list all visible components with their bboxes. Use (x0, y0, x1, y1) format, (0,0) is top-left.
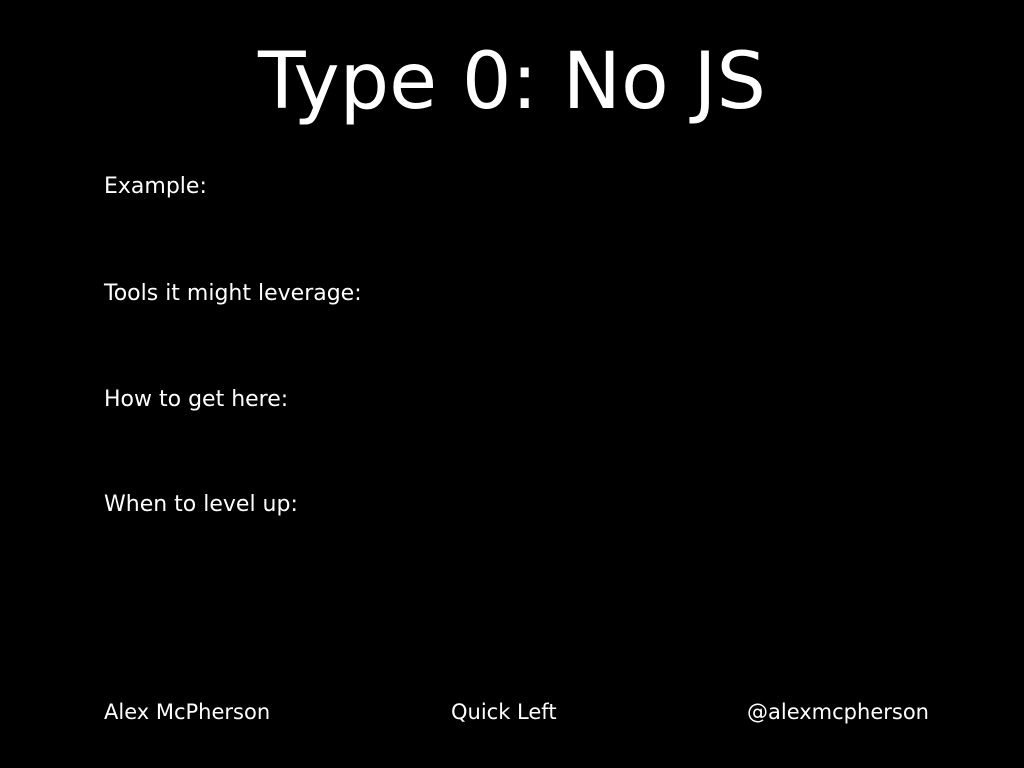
prompt-how-to-get-here: How to get here: (104, 387, 289, 412)
slide-title: Type 0: No JS (257, 37, 767, 127)
footer-company: Quick Left (451, 700, 557, 724)
prompt-example: Example: (104, 174, 207, 199)
footer-author: Alex McPherson (104, 700, 271, 724)
prompt-when-to-level-up: When to level up: (104, 492, 298, 517)
footer-handle: @alexmcpherson (747, 700, 929, 724)
prompt-tools: Tools it might leverage: (104, 281, 362, 306)
slide: Type 0: No JS Example: Tools it might le… (0, 0, 1024, 768)
